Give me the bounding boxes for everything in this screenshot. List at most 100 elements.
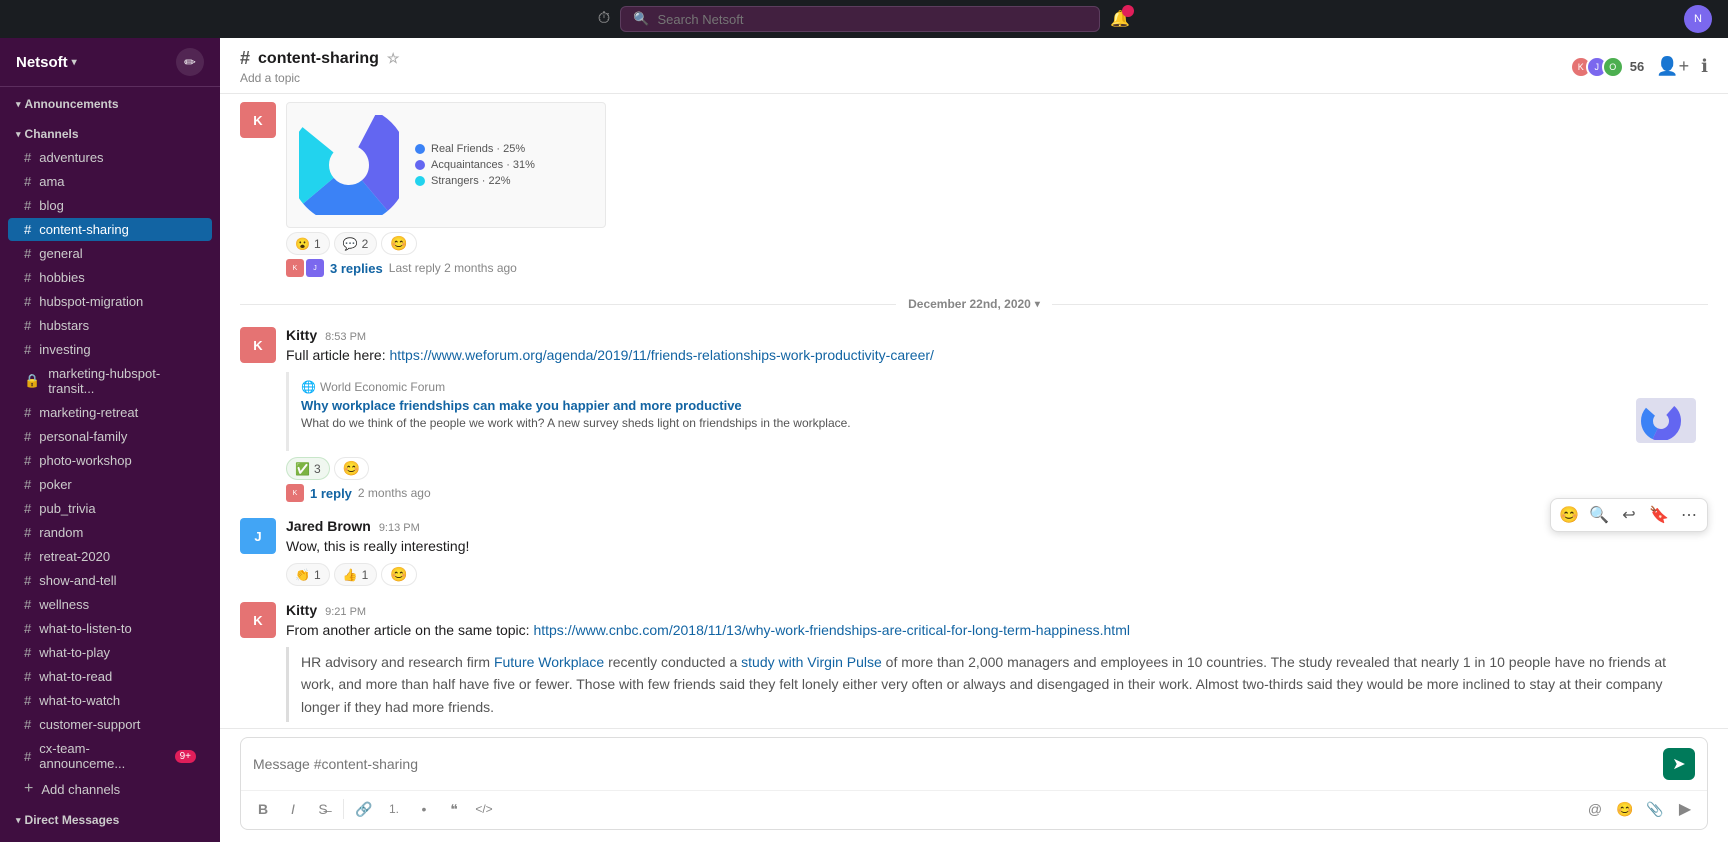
channel-photo-workshop[interactable]: #photo-workshop: [8, 449, 212, 472]
channel-adventures[interactable]: #adventures: [8, 146, 212, 169]
kitty-link-1[interactable]: https://www.weforum.org/agenda/2019/11/f…: [389, 347, 933, 363]
channel-random[interactable]: #random: [8, 521, 212, 544]
preview-thumb-wef: [1636, 398, 1696, 443]
channel-pub-trivia[interactable]: #pub_trivia: [8, 497, 212, 520]
attachment-tool[interactable]: 📎: [1641, 795, 1669, 823]
message-kitty-2: K Kitty 9:21 PM From another article on …: [220, 598, 1728, 728]
channel-poker[interactable]: #poker: [8, 473, 212, 496]
reactions-jared: 👏1 👍1 😊: [286, 563, 1708, 586]
channel-hubspot-migration[interactable]: #hubspot-migration: [8, 290, 212, 313]
thread-reply-chart[interactable]: K J 3 replies Last reply 2 months ago: [286, 259, 1708, 277]
reaction-add-jared[interactable]: 😊: [381, 563, 416, 586]
workspace-name[interactable]: Netsoft ▾: [16, 54, 77, 71]
legend-acquaintances: Acquaintances · 31%: [431, 159, 535, 171]
input-toolbar: B I S̶ 🔗 1. • ❝ </> @ 😊 📎 ▶: [241, 790, 1707, 829]
preview-desc-wef: What do we think of the people we work w…: [301, 415, 1624, 432]
reply-action-jared[interactable]: ↩: [1615, 501, 1643, 529]
quote-tool[interactable]: ❝: [440, 795, 468, 823]
user-avatar[interactable]: N: [1684, 5, 1712, 33]
reaction-add-chart[interactable]: 😊: [381, 232, 416, 255]
reaction-thumbsup-jared[interactable]: 👍1: [334, 563, 378, 586]
kitty-text-2: From another article on the same topic: …: [286, 620, 1708, 641]
thread-count-kitty1: 1 reply: [310, 486, 352, 501]
emoji-tool[interactable]: 😊: [1611, 795, 1639, 823]
search-bar[interactable]: 🔍: [620, 6, 1100, 32]
channel-general[interactable]: #general: [8, 242, 212, 265]
channel-retreat-2020[interactable]: #retreat-2020: [8, 545, 212, 568]
channel-customer-support[interactable]: #customer-support: [8, 713, 212, 736]
channel-what-to-listen-to[interactable]: #what-to-listen-to: [8, 617, 212, 640]
send-button[interactable]: ➤: [1663, 748, 1695, 780]
message-input[interactable]: [253, 756, 1663, 772]
sidebar: Netsoft ▾ ✏ ▾ Announcements ▾ Channels #…: [0, 38, 220, 842]
jared-author[interactable]: Jared Brown: [286, 518, 371, 534]
input-box: ➤ B I S̶ 🔗 1. • ❝ </> @ 😊 📎 ▶: [240, 737, 1708, 830]
thread-reply-kitty1[interactable]: K 1 reply 2 months ago: [286, 484, 1708, 502]
channel-personal-family[interactable]: #personal-family: [8, 425, 212, 448]
kitty-time-2: 9:21 PM: [325, 606, 366, 618]
search-action-jared[interactable]: 🔍: [1585, 501, 1613, 529]
thread-reply-time-chart: Last reply 2 months ago: [389, 261, 517, 275]
date-divider-dec22[interactable]: December 22nd, 2020 ▾: [220, 285, 1728, 323]
chart-container: Real Friends · 25% Acquaintances · 31% S…: [286, 102, 606, 228]
channel-show-and-tell[interactable]: #show-and-tell: [8, 569, 212, 592]
search-input[interactable]: [657, 12, 1087, 27]
more-action-jared[interactable]: ⋯: [1675, 501, 1703, 529]
reaction-dots[interactable]: 💬2: [334, 232, 378, 255]
ordered-list-tool[interactable]: 1.: [380, 795, 408, 823]
channel-what-to-watch[interactable]: #what-to-watch: [8, 689, 212, 712]
channel-blog[interactable]: #blog: [8, 194, 212, 217]
channel-topic[interactable]: Add a topic: [240, 71, 399, 85]
add-member-icon[interactable]: 👤+: [1656, 56, 1689, 77]
channel-title: content-sharing: [258, 50, 379, 68]
bold-tool[interactable]: B: [249, 795, 277, 823]
thread-reply-count-chart: 3 replies: [330, 261, 383, 276]
bullet-list-tool[interactable]: •: [410, 795, 438, 823]
search-icon: 🔍: [633, 11, 649, 27]
link-tool[interactable]: 🔗: [350, 795, 378, 823]
channel-hobbies[interactable]: #hobbies: [8, 266, 212, 289]
reaction-check-kitty1[interactable]: ✅3: [286, 457, 330, 480]
announcements-section-header[interactable]: ▾ Announcements: [0, 93, 220, 115]
compose-button[interactable]: ✏: [176, 48, 204, 76]
channel-hubstars[interactable]: #hubstars: [8, 314, 212, 337]
channel-what-to-read[interactable]: #what-to-read: [8, 665, 212, 688]
add-channels[interactable]: + Add channels: [8, 776, 212, 802]
channel-marketing-retreat[interactable]: #marketing-retreat: [8, 401, 212, 424]
message-actions-jared: 😊 🔍 ↩ 🔖 ⋯: [1550, 498, 1708, 532]
reaction-wow[interactable]: 😮1: [286, 232, 330, 255]
jared-text: Wow, this is really interesting!: [286, 536, 1708, 557]
channel-cx-team[interactable]: #cx-team-announceme... 9+: [8, 737, 212, 775]
reaction-add-kitty1[interactable]: 😊: [334, 457, 369, 480]
kitty-link-2[interactable]: https://www.cnbc.com/2018/11/13/why-work…: [533, 622, 1130, 638]
kitty-author-2[interactable]: Kitty: [286, 602, 317, 618]
channels-section-header[interactable]: ▾ Channels: [0, 123, 220, 145]
italic-tool[interactable]: I: [279, 795, 307, 823]
preview-title-wef[interactable]: Why workplace friendships can make you h…: [301, 398, 1624, 413]
code-tool[interactable]: </>: [470, 795, 498, 823]
messages-area: K: [220, 94, 1728, 728]
emoji-action-jared[interactable]: 😊: [1555, 501, 1583, 529]
virgin-pulse-link[interactable]: study with Virgin Pulse: [741, 654, 882, 670]
info-icon[interactable]: ℹ: [1701, 56, 1708, 77]
kitty-author-1[interactable]: Kitty: [286, 327, 317, 343]
history-icon[interactable]: ⏱: [598, 10, 610, 28]
reaction-clap-jared[interactable]: 👏1: [286, 563, 330, 586]
channel-investing[interactable]: #investing: [8, 338, 212, 361]
kitty-avatar: K: [240, 327, 276, 363]
direct-messages-header[interactable]: ▾ Direct Messages: [0, 809, 220, 831]
member-count[interactable]: 56: [1630, 59, 1644, 74]
channel-star-icon[interactable]: ☆: [387, 50, 400, 67]
channel-content-sharing[interactable]: #content-sharing: [8, 218, 212, 241]
at-mention-tool[interactable]: @: [1581, 795, 1609, 823]
channel-wellness[interactable]: #wellness: [8, 593, 212, 616]
more-tools[interactable]: ▶: [1671, 795, 1699, 823]
channel-what-to-play[interactable]: #what-to-play: [8, 641, 212, 664]
thread-time-kitty1: 2 months ago: [358, 486, 431, 500]
channel-ama[interactable]: #ama: [8, 170, 212, 193]
future-workplace-link[interactable]: Future Workplace: [494, 654, 604, 670]
channel-marketing-hubspot[interactable]: 🔒marketing-hubspot-transit...: [8, 362, 212, 400]
strikethrough-tool[interactable]: S̶: [309, 795, 337, 823]
bookmark-action-jared[interactable]: 🔖: [1645, 501, 1673, 529]
activity-icon[interactable]: 🔔: [1110, 9, 1130, 29]
